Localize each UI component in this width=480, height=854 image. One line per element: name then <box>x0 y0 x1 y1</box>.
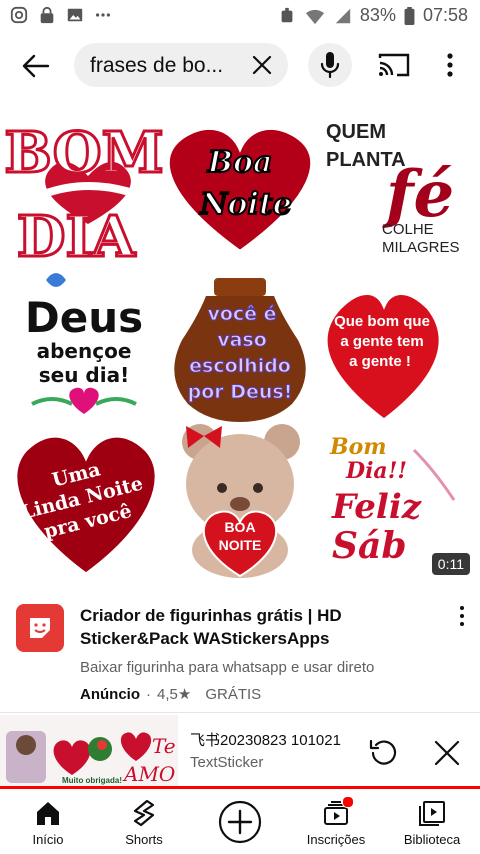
wifi-icon <box>305 9 324 24</box>
ad-rating: 4,5★ <box>157 686 192 703</box>
sticker-text: Dia!! <box>345 458 407 484</box>
voice-search-button[interactable] <box>308 43 352 87</box>
mini-thumb-text: Te <box>152 734 176 758</box>
nav-library[interactable]: Biblioteca <box>384 789 480 854</box>
more-vert-icon[interactable] <box>440 50 460 80</box>
ad-info[interactable]: Criador de figurinhas grátis | HD Sticke… <box>0 598 480 710</box>
signal-icon <box>335 8 351 23</box>
sticker-text: vaso <box>217 329 267 351</box>
sticker-uma-linda-noite-heart: Uma Linda Noite pra você <box>14 434 158 576</box>
sticker-text: BOA <box>224 519 255 535</box>
sticker-grid: BOM DIA Boa Noite QUEM PLANTA fé COLHE M… <box>3 108 462 584</box>
ad-media-video[interactable]: BOM DIA Boa Noite QUEM PLANTA fé COLHE M… <box>0 106 480 587</box>
more-dots-icon <box>95 13 111 17</box>
mic-icon <box>320 52 340 79</box>
ad-title[interactable]: Criador de figurinhas grátis | HD Sticke… <box>80 604 440 650</box>
ad-description: Baixar figurinha para whatsapp e usar di… <box>80 659 375 676</box>
status-bar: 83% 07:58 <box>0 0 480 34</box>
sticker-text: a gente ! <box>349 353 411 370</box>
sticker-teddy-bear: BOA NOITE <box>182 424 300 578</box>
ad-badge: Anúncio <box>80 685 140 703</box>
library-icon <box>419 801 445 826</box>
nav-label: Biblioteca <box>403 832 461 847</box>
sticker-text: Bom <box>329 434 387 460</box>
ad-price: GRÁTIS <box>205 685 262 703</box>
sticker-boa-noite-heart: Boa Noite <box>165 126 315 255</box>
sticker-text: NOITE <box>219 537 262 553</box>
video-duration: 0:11 <box>431 553 470 575</box>
mini-thumb-text: AMO <box>122 762 175 786</box>
close-icon[interactable] <box>432 738 462 768</box>
sticker-deus-abencoe: Deus abençoe seu dia! <box>25 273 143 414</box>
shorts-icon <box>133 799 155 827</box>
bottom-nav: Início Shorts Inscrições Biblioteca <box>0 789 480 854</box>
sticker-text: BOM <box>4 120 163 186</box>
ad-meta: Anúncio · 4,5★ GRÁTIS <box>80 685 262 704</box>
sticker-text: a gente tem <box>340 333 423 350</box>
sticker-bom-dia: BOM DIA <box>3 119 165 272</box>
clear-icon[interactable] <box>250 53 274 77</box>
sticker-text: escolhido <box>189 355 291 377</box>
search-query[interactable]: frases de bo... <box>90 54 223 78</box>
mini-thumb-art: Te AMO Muito obrigada! <box>0 715 178 787</box>
battery-percent: 83% <box>359 5 396 25</box>
instagram-icon <box>10 6 28 24</box>
create-plus-icon <box>218 800 262 844</box>
alarm-icon <box>281 7 293 22</box>
sticker-smile-icon <box>30 618 50 638</box>
nav-label: Inscrições <box>306 832 366 847</box>
battery-icon <box>404 6 415 25</box>
sticker-text: Sáb <box>332 525 407 567</box>
separator-dot: · <box>146 685 151 703</box>
home-icon <box>37 802 59 825</box>
nav-create[interactable] <box>192 789 288 854</box>
sticker-text: MILAGRES <box>382 239 460 256</box>
cast-icon[interactable] <box>377 50 411 80</box>
sticker-text: Boa <box>207 145 273 180</box>
mini-thumb-text: Muito obrigada! <box>62 776 122 785</box>
mini-player-title[interactable]: 飞书20230823 101021 <box>190 729 341 750</box>
sticker-text: seu dia! <box>39 363 129 387</box>
sticker-text: Que bom que <box>334 313 430 330</box>
replay-icon[interactable] <box>368 736 400 768</box>
back-arrow-icon[interactable] <box>18 50 54 82</box>
mini-player[interactable]: Te AMO Muito obrigada! 飞书20230823 101021… <box>0 712 480 789</box>
nav-label: Shorts <box>125 832 163 847</box>
nav-subscriptions[interactable]: Inscrições <box>288 789 384 854</box>
sticker-text: Deus <box>25 293 143 342</box>
sticker-text: abençoe <box>37 339 132 363</box>
top-bar: frases de bo... <box>0 34 480 98</box>
nav-home[interactable]: Início <box>0 789 96 854</box>
sticker-text: Noite <box>199 187 292 222</box>
search-field[interactable]: frases de bo... <box>74 43 288 87</box>
more-vert-icon[interactable] <box>454 604 470 628</box>
notification-dot <box>342 796 354 808</box>
image-icon <box>67 8 83 22</box>
sticker-text: Feliz <box>331 487 422 527</box>
sticker-vaso: você é vaso escolhido por Deus! <box>174 278 306 422</box>
status-bar-right: 83% 07:58 <box>278 5 468 26</box>
mini-player-channel: TextSticker <box>190 754 264 771</box>
sticker-text: você é <box>207 303 276 325</box>
nav-shorts[interactable]: Shorts <box>96 789 192 854</box>
mini-player-thumbnail[interactable]: Te AMO Muito obrigada! <box>0 715 178 787</box>
sticker-text: DIA <box>17 204 137 270</box>
clock: 07:58 <box>422 5 468 25</box>
status-bar-left <box>10 6 112 24</box>
sticker-text: COLHE <box>382 221 434 238</box>
sticker-text: por Deus! <box>188 381 293 403</box>
sticker-text: QUEM <box>326 121 386 143</box>
lock-icon <box>40 6 54 24</box>
app-icon[interactable] <box>16 604 64 652</box>
nav-label: Início <box>32 832 64 847</box>
